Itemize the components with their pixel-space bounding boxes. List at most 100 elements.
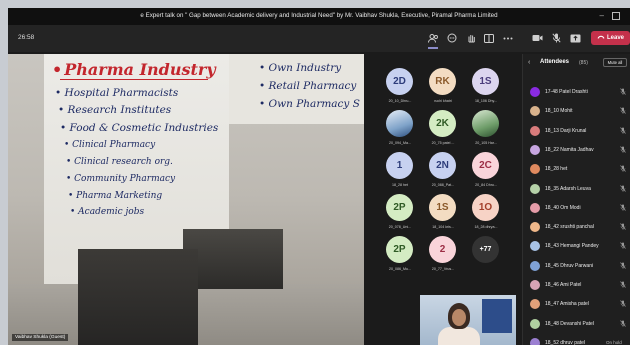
meeting-toolbar: 26:58 Leave [8, 25, 630, 52]
participant-name: 20_088_Pat... [431, 183, 455, 187]
attendee-name: 18_35 Adarsh Leuva [545, 185, 591, 192]
attendee-row[interactable]: 18_43 Hemangi Pandey [523, 238, 630, 256]
leave-button[interactable]: Leave [591, 31, 630, 45]
breakout-rooms-icon[interactable] [482, 31, 496, 45]
attendee-name: 18_48 Devanshi Patel [545, 320, 594, 327]
whiteboard-item: • Hospital Pharmacists [55, 87, 179, 99]
attendee-avatar [530, 106, 540, 117]
attendee-row[interactable]: 18_22 Namita Jadhav [523, 142, 630, 160]
participant-name: 20_105 Har... [475, 141, 497, 145]
attendee-avatar [530, 260, 540, 271]
attendee-avatar [530, 280, 540, 290]
attendee-avatar [530, 318, 540, 329]
attendee-avatar [530, 241, 540, 252]
participant-tile[interactable]: 1S 18_106 Dhy... [466, 68, 506, 114]
attendees-panel: ‹ Attendees (85) Mute all 17-48 Patel Dr… [522, 54, 630, 345]
participant-tile[interactable]: 20_094_Ma... [380, 110, 420, 156]
whiteboard-item: • Food & Cosmetic Industries [60, 122, 219, 134]
title-bar: e Expert talk on " Gap between Academic … [8, 8, 630, 25]
participant-avatar: 1O [472, 194, 499, 221]
camera-icon[interactable] [530, 31, 544, 45]
mic-muted-icon [620, 88, 626, 97]
participant-tile[interactable]: 20_105 Har... [466, 110, 506, 156]
participant-avatar: 2 [429, 236, 456, 263]
mic-muted-icon [620, 223, 626, 232]
participant-tile[interactable]: 1O 18_28 dhrya... [466, 194, 506, 240]
phone-icon [597, 35, 605, 41]
share-screen-icon[interactable] [568, 31, 582, 45]
mic-muted-icon [620, 242, 626, 251]
attendees-title: Attendees [540, 59, 570, 65]
attendee-name: 18_22 Namita Jadhav [545, 146, 594, 153]
self-video-preview[interactable] [420, 295, 516, 345]
mic-muted-icon [620, 165, 626, 174]
whiteboard-item: • Community Pharmacy [66, 174, 176, 184]
participant-name: 20_75 patel ... [431, 141, 455, 145]
mute-all-button[interactable]: Mute all [603, 58, 627, 67]
participant-tile[interactable]: 1 18_28 het [380, 152, 420, 198]
attendee-row[interactable]: 18_42 srushti panchal [523, 219, 630, 237]
participant-avatar [386, 110, 413, 137]
mic-muted-icon [620, 184, 626, 194]
whiteboard-heading: Pharma Industry [52, 60, 215, 79]
participant-tile[interactable]: 2P 20_086_Mu... [380, 236, 420, 282]
attendee-row[interactable]: 18_46 Ami Patel [523, 277, 630, 295]
participant-tile[interactable]: 2C 20_84 Dhru... [466, 152, 506, 198]
participant-tile[interactable]: RK ruchi khatri [423, 68, 463, 114]
attendee-name: 18_45 Dhruv Parwani [545, 262, 594, 269]
more-options-icon[interactable] [501, 31, 515, 45]
participant-avatar: 2N [429, 152, 456, 179]
attendee-row[interactable]: 18_35 Adarsh Leuva [523, 181, 630, 199]
attendee-row[interactable]: 18_13 Darji Krunal [523, 123, 630, 141]
participant-tile[interactable]: 2 20_77_Vrus... [423, 236, 463, 282]
attendee-avatar [530, 222, 540, 233]
participant-tile[interactable]: 2K 20_75 patel ... [423, 110, 463, 156]
participant-name: 18_28 dhrya... [474, 225, 498, 229]
attendee-row[interactable]: 18_45 Dhruv Parwani [523, 258, 630, 276]
maximize-button[interactable] [612, 12, 620, 20]
chevron-left-icon[interactable]: ‹ [528, 59, 530, 66]
leave-label: Leave [606, 35, 624, 41]
people-icon[interactable] [426, 31, 440, 49]
attendee-avatar [530, 87, 540, 97]
attendee-name: 18_40 Om Modi [545, 204, 581, 211]
mic-muted-icon [620, 146, 626, 155]
attendee-row[interactable]: 18_40 Om Modi [523, 200, 630, 218]
participant-name: 18_106 Dhy... [474, 99, 498, 103]
attendee-avatar [530, 144, 540, 155]
attendee-name: 18_43 Hemangi Pandey [545, 243, 599, 250]
participant-tile[interactable]: 2D 20_10_Dhru... [380, 68, 420, 114]
mic-muted-icon [620, 204, 626, 213]
raise-hand-icon[interactable] [464, 31, 478, 45]
minimize-button[interactable]: – [600, 11, 604, 20]
participant-tile[interactable]: 2N 20_088_Pat... [423, 152, 463, 198]
participant-avatar: +77 [472, 236, 499, 263]
attendee-avatar [530, 125, 540, 136]
attendee-avatar [530, 164, 540, 175]
participant-tile[interactable]: 2P 20_078_Uni... [380, 194, 420, 240]
whiteboard-right-item: • Retail Pharmacy [259, 80, 357, 92]
attendees-header: ‹ Attendees (85) Mute all [523, 54, 630, 72]
attendee-name: 17-48 Patel Drashti [545, 89, 588, 95]
attendee-row[interactable]: 18_28 het [523, 161, 630, 179]
attendee-avatar [530, 183, 540, 194]
window-title: e Expert talk on " Gap between Academic … [140, 12, 498, 19]
attendee-row[interactable]: 18_48 Devanshi Patel [523, 316, 630, 334]
mic-muted-icon [620, 319, 626, 329]
attendee-row[interactable]: 17-48 Patel Drashti [523, 84, 630, 102]
attendee-row[interactable]: 18_52 dhruv patel On hold [523, 335, 630, 345]
attendee-avatar [530, 337, 540, 345]
mic-muted-icon [620, 261, 626, 271]
mic-muted-icon[interactable] [549, 31, 563, 45]
attendee-row[interactable]: 18_10 Mohit [523, 103, 630, 121]
attendee-row[interactable]: 18_47 Amisha patel [523, 296, 630, 314]
meeting-timer: 26:58 [18, 34, 35, 41]
participant-name: 20_086_Mu... [389, 267, 411, 271]
whiteboard-item: • Clinical research org. [66, 157, 173, 167]
attendee-name: 18_46 Ami Patel [545, 282, 582, 288]
chat-icon[interactable] [445, 31, 459, 45]
participant-tile[interactable]: +77 [466, 236, 506, 282]
participant-tile[interactable]: 1S 18_104 kris... [423, 194, 463, 240]
presenter-name-label: Vaibhav Shukla (Guest) [12, 334, 69, 341]
whiteboard-item: • Pharma Marketing [68, 191, 163, 201]
